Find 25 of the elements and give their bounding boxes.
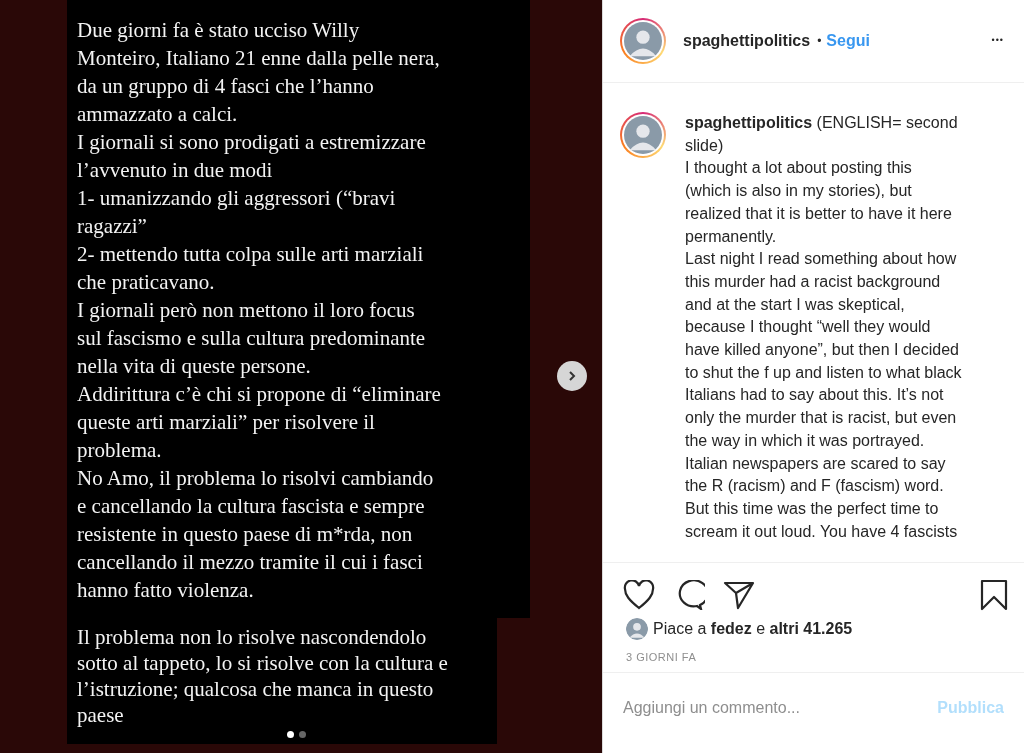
- avatar-icon: [626, 618, 648, 640]
- avatar-icon: [624, 116, 662, 154]
- heart-icon[interactable]: [623, 580, 655, 610]
- send-icon[interactable]: [723, 580, 755, 610]
- post-time: 3 GIORNI FA: [603, 649, 1024, 673]
- avatar-icon: [624, 22, 662, 60]
- story-paragraph: Il problema non lo risolve nascondendolo sotto al tappeto, lo si risolve con la cultura e l’istruzione; qualcosa che manca in questo paese: [77, 624, 449, 728]
- caption-text: spaghettipolitics (ENGLISH= second slide) I thought a lot about posting this (which is also in my stories), but realized that it is better to have it here permanently. Last night I read something about how this murder had a racist background and at the start I was skeptical, because I thought “well they would have killed anyone”, but then I decided to shut the f up and listen to what black Italians had to say about this. It’s not only the murder that is racist, but even the way in which it was portrayed. Italian newspapers are scared to say the R (racism) and F (fascism) word. But this time was the perfect time to scream it out loud. You have 4 fascists: [685, 113, 963, 542]
- story-paragraph: I giornali si sono prodigati a estremizzare l’avvenuto in due modi: [77, 129, 427, 184]
- story-paragraph: I giornali però non mettono il loro focus sul fascismo e sulla cultura predominante nella vita di queste persone.: [77, 297, 427, 380]
- story-paragraph: 2- mettendo tutta colpa sulle arti marziali che praticavano.: [77, 241, 425, 296]
- bookmark-icon[interactable]: [980, 579, 1008, 611]
- profile-avatar[interactable]: [620, 112, 666, 158]
- more-options-button[interactable]: •••: [991, 34, 1004, 48]
- profile-avatar[interactable]: [620, 18, 666, 64]
- story-paragraph: 1- umanizzando gli aggressori (“bravi ragazzi”: [77, 185, 397, 240]
- separator-dot: •: [817, 33, 822, 50]
- next-slide-button[interactable]: [557, 361, 587, 391]
- username-link[interactable]: spaghettipolitics: [683, 29, 811, 53]
- likes-text: Piace a fedez e altri 41.265: [653, 619, 853, 639]
- chevron-right-icon: [566, 370, 578, 382]
- story-paragraph: No Amo, il problema lo risolvi cambiando e cancellando la cultura fascista e sempre resistente in questo paese di m*rda, non cancellando il mezzo tramite il cui i fasci hanno fatto violenza.: [77, 465, 435, 604]
- username-link[interactable]: spaghettipolitics: [685, 114, 813, 131]
- story-paragraph: Addirittura c’è chi si propone di “eliminare queste arti marziali” per risolvere il problema.: [77, 381, 442, 464]
- story-paragraph: Due giorni fa è stato ucciso Willy Monteiro, Italiano 21 enne dalla pelle nera, da un gruppo di 4 fasci che l’hanno ammazzato a calci.: [77, 17, 441, 128]
